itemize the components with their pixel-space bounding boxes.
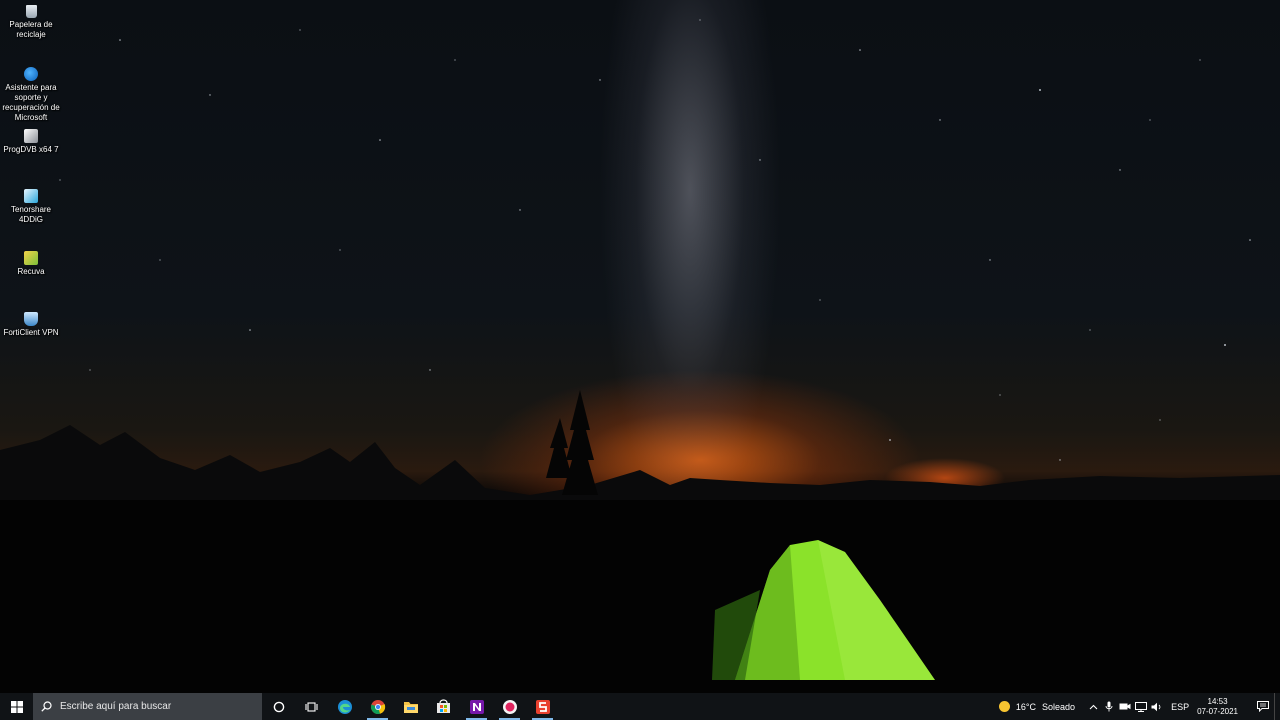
- progdvb-icon: [24, 129, 38, 143]
- desktop-wallpaper: [0, 0, 1280, 693]
- desktop-icon-tenorshare[interactable]: Tenorshare 4DDiG: [0, 189, 62, 225]
- show-desktop-button[interactable]: [1274, 693, 1280, 720]
- network-tray-button[interactable]: [1133, 701, 1149, 712]
- desktop-icon-label: Papelera de reciclaje: [9, 20, 53, 39]
- cortana-icon: [273, 701, 284, 712]
- folder-icon: [403, 701, 418, 713]
- taskbar-app-microsoft-store[interactable]: [427, 693, 460, 720]
- desktop-icon-label: Recuva: [17, 267, 45, 276]
- desktop-icon-label: Tenorshare 4DDiG: [10, 205, 52, 224]
- wallpaper-landscape: [0, 19, 1280, 693]
- desktop-icon-label: ProgDVB x64 7: [3, 145, 59, 154]
- weather-temperature: 16°C: [1015, 701, 1037, 712]
- recycle-bin-icon: [25, 5, 37, 18]
- onenote-icon: [469, 699, 484, 714]
- search-placeholder: Escribe aquí para buscar: [60, 701, 172, 712]
- speaker-icon: [1151, 702, 1161, 711]
- task-view-icon: [305, 701, 318, 712]
- action-center-button[interactable]: [1252, 701, 1274, 712]
- show-hidden-icons-button[interactable]: [1085, 704, 1101, 710]
- volume-tray-button[interactable]: [1149, 702, 1165, 712]
- input-language-indicator[interactable]: ESP: [1171, 702, 1189, 712]
- taskbar-app-onenote[interactable]: [460, 693, 493, 720]
- pine-trees: [546, 390, 598, 495]
- forticlient-icon: [24, 312, 38, 326]
- desktop-icon-microsoft-support[interactable]: Asistente para soporte y recuperación de…: [0, 67, 62, 123]
- desktop-icon-recycle-bin[interactable]: Papelera de reciclaje: [0, 5, 62, 40]
- weather-widget[interactable]: 16°C Soleado: [998, 701, 1076, 712]
- taskbar-app-chrome[interactable]: [361, 693, 394, 720]
- start-button[interactable]: [0, 693, 33, 720]
- clock-date: 07-07-2021: [1197, 706, 1238, 716]
- microphone-icon: [1105, 701, 1113, 712]
- stars: [59, 19, 1251, 461]
- edge-icon: [337, 699, 352, 714]
- chrome-icon: [370, 699, 385, 714]
- chevron-up-icon: [1089, 704, 1097, 709]
- desktop-icon-label: Asistente para soporte y recuperación de…: [2, 83, 60, 122]
- store-icon: [437, 699, 450, 713]
- weather-condition: Soleado: [1042, 701, 1076, 712]
- taskbar-search-box[interactable]: Escribe aquí para buscar: [33, 693, 262, 720]
- tenorshare-icon: [24, 189, 38, 203]
- wps-office-icon: [535, 699, 550, 714]
- desktop-icon-recuva[interactable]: Recuva: [0, 251, 62, 277]
- notification-icon: [1257, 701, 1269, 712]
- clock-time: 14:53: [1207, 696, 1228, 706]
- taskbar: Escribe aquí para buscar 16°C Soleado ES…: [0, 693, 1280, 720]
- windows-logo-icon: [10, 700, 23, 713]
- sun-icon: [998, 701, 1010, 712]
- desktop-icon-label: FortiClient VPN: [3, 328, 59, 337]
- taskbar-app-screen-recorder[interactable]: [493, 693, 526, 720]
- microphone-tray-button[interactable]: [1101, 701, 1117, 712]
- taskbar-app-edge[interactable]: [328, 693, 361, 720]
- cortana-button[interactable]: [262, 693, 295, 720]
- camera-tray-button[interactable]: [1117, 702, 1133, 711]
- taskbar-app-wps-office[interactable]: [526, 693, 559, 720]
- system-tray: 16°C Soleado ESP 14:53 07-07-2021: [998, 693, 1280, 720]
- desktop-icon-forticlient[interactable]: FortiClient VPN: [0, 312, 62, 338]
- taskbar-app-file-explorer[interactable]: [394, 693, 427, 720]
- camera-icon: [1119, 703, 1131, 710]
- network-icon: [1135, 701, 1148, 712]
- recuva-icon: [24, 251, 38, 265]
- screen-recorder-icon: [502, 699, 517, 714]
- search-icon: [41, 701, 52, 712]
- microsoft-support-icon: [24, 67, 38, 81]
- task-view-button[interactable]: [295, 693, 328, 720]
- desktop-icon-progdvb[interactable]: ProgDVB x64 7: [0, 129, 62, 155]
- clock[interactable]: 14:53 07-07-2021: [1197, 697, 1238, 717]
